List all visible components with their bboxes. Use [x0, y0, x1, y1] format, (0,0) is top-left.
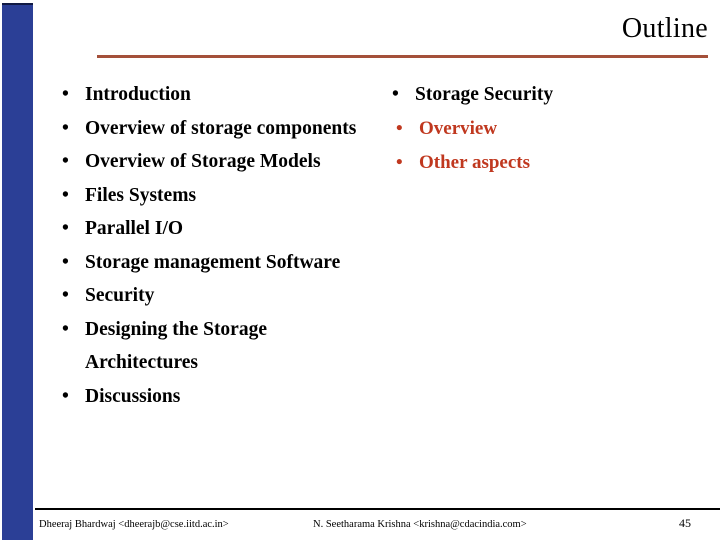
bullet-icon: • [62, 218, 69, 239]
bullet-icon: • [62, 151, 69, 172]
bullet-icon: • [62, 184, 69, 206]
list-item: • Overview of Storage Models [52, 145, 382, 179]
list-item: • Overview of storage components [52, 112, 382, 146]
list-item-label: Discussions [85, 385, 181, 407]
outline-list-right: • Storage Security [382, 78, 702, 112]
outline-list-left: • Introduction • Overview of storage com… [52, 78, 382, 413]
sub-list-item: • Other aspects [384, 146, 702, 180]
slide-title: Outline [621, 13, 708, 44]
sub-list-item-label: Overview [419, 117, 498, 139]
bullet-icon: • [62, 251, 69, 273]
list-item: • Storage Security [382, 78, 702, 112]
bullet-icon: • [62, 285, 69, 306]
outline-left-column: • Introduction • Overview of storage com… [52, 78, 382, 413]
list-item: • Discussions [52, 380, 382, 414]
footer-author-primary: Dheeraj Bhardwaj <dheerajb@cse.iitd.ac.i… [39, 519, 229, 530]
bullet-icon: • [62, 385, 69, 407]
list-item-label: Files Systems [85, 184, 197, 206]
outline-sublist-storage-security: • Overview • Other aspects [382, 112, 702, 180]
list-item-label: Designing the Storage Architectures [85, 318, 267, 374]
decorative-sidebar-cap [2, 3, 33, 5]
bullet-icon: • [396, 151, 403, 173]
slide-page-number: 45 [679, 516, 691, 530]
slide-canvas: Outline • Introduction • Overview of sto… [0, 0, 720, 540]
footer-divider-rule [35, 508, 720, 510]
list-item-label: Overview of Storage Models [85, 151, 321, 172]
list-item-label: Storage Security [415, 84, 554, 105]
bullet-icon: • [62, 318, 69, 340]
list-item-label: Storage management Software [85, 251, 341, 273]
list-item: • Parallel I/O [52, 212, 382, 246]
sub-list-item: • Overview [384, 112, 702, 146]
list-item: • Security [52, 279, 382, 313]
footer-author-secondary: N. Seetharama Krishna <krishna@cdacindia… [313, 519, 527, 530]
list-item: • Files Systems [52, 179, 382, 213]
list-item-label: Parallel I/O [85, 218, 184, 239]
list-item-label: Security [85, 285, 155, 306]
list-item-label: Introduction [85, 84, 191, 105]
bullet-icon: • [62, 84, 69, 105]
list-item: • Introduction [52, 78, 382, 112]
bullet-icon: • [392, 84, 399, 105]
outline-right-column: • Storage Security • Overview • Other as… [382, 78, 702, 180]
title-divider-rule [97, 55, 708, 58]
bullet-icon: • [396, 117, 403, 139]
sub-list-item-label: Other aspects [419, 151, 530, 173]
slide-footer: Dheeraj Bhardwaj <dheerajb@cse.iitd.ac.i… [35, 513, 720, 540]
bullet-icon: • [62, 117, 69, 139]
list-item: • Storage management Software [52, 246, 382, 280]
decorative-sidebar-band [2, 3, 33, 540]
list-item-label: Overview of storage components [85, 117, 357, 139]
list-item: • Designing the Storage Architectures [52, 313, 382, 380]
